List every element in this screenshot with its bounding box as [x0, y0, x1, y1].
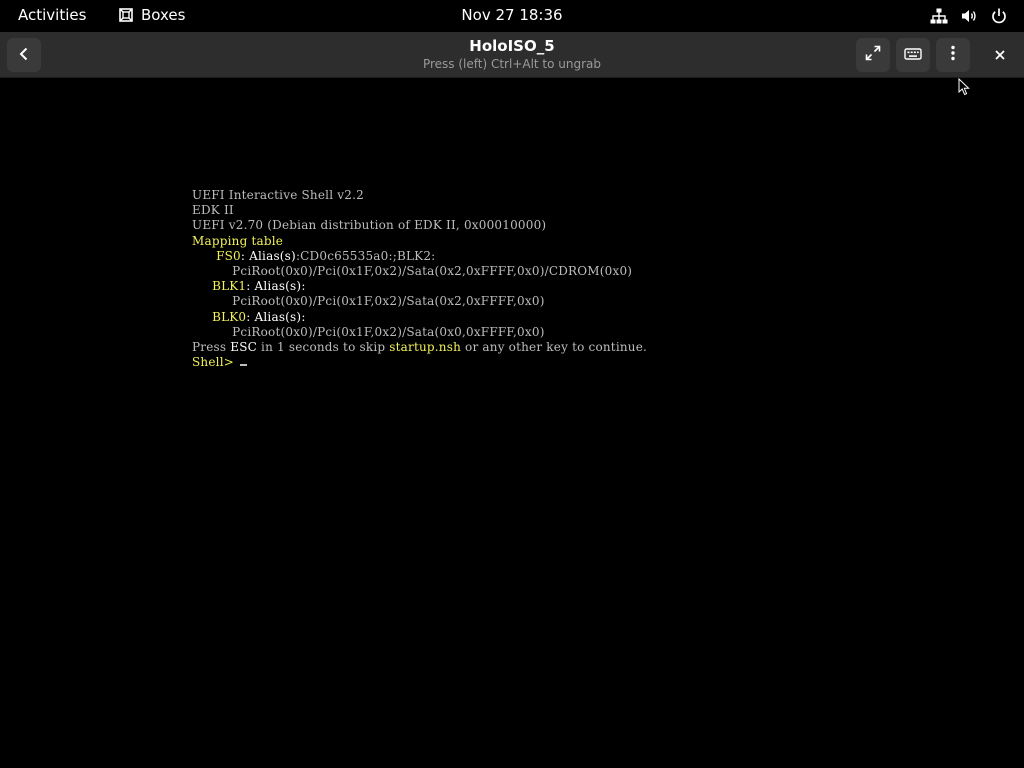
mouse-pointer-icon	[958, 77, 972, 100]
text-cursor	[239, 364, 247, 367]
blk0-label: BLK0	[212, 309, 247, 324]
close-icon	[994, 46, 1006, 65]
startup-nsh-text: startup.nsh	[389, 340, 462, 355]
fs0-path: PciRoot(0x0)/Pci(0x1F,0x2)/Sata(0x2,0xFF…	[232, 264, 633, 279]
vm-display[interactable]: UEFI Interactive Shell v2.2 EDK II UEFI …	[0, 78, 1024, 768]
close-button[interactable]	[983, 38, 1017, 72]
gnome-top-bar: Activities Boxes Nov 27 18:36	[0, 0, 1024, 32]
keyboard-icon	[904, 46, 922, 65]
shell-version-line: UEFI Interactive Shell v2.2	[192, 188, 364, 202]
shell-prompt: Shell>	[192, 355, 234, 370]
app-name: Boxes	[141, 6, 186, 24]
blk1-alias-label: : Alias(s)	[246, 279, 302, 294]
uefi-shell-output: UEFI Interactive Shell v2.2 EDK II UEFI …	[192, 188, 647, 370]
clock-button[interactable]: Nov 27 18:36	[461, 6, 562, 24]
keyboard-button[interactable]	[896, 38, 930, 72]
system-menu[interactable]	[930, 7, 1008, 25]
press-suffix: or any other key to continue.	[461, 340, 648, 355]
fs0-alias: :CD0c65535a0:;BLK2:	[295, 248, 436, 263]
blk0-alias-label: : Alias(s)	[246, 309, 302, 324]
power-icon	[990, 7, 1008, 25]
headerbar: HoloISO_5 Press (left) Ctrl+Alt to ungra…	[0, 32, 1024, 78]
fullscreen-icon	[865, 45, 881, 65]
blk0-path: PciRoot(0x0)/Pci(0x1F,0x2)/Sata(0x0,0xFF…	[232, 324, 545, 339]
press-prefix: Press	[192, 340, 231, 355]
menu-icon	[950, 45, 956, 65]
press-middle: in 1 seconds to skip	[257, 340, 390, 355]
blk1-label: BLK1	[212, 279, 247, 294]
esc-key-text: ESC	[230, 340, 258, 355]
blk1-path: PciRoot(0x0)/Pci(0x1F,0x2)/Sata(0x2,0xFF…	[232, 294, 545, 309]
activities-button[interactable]: Activities	[18, 6, 86, 24]
fs0-label: FS0	[216, 248, 241, 263]
uefi-version-line: UEFI v2.70 (Debian distribution of EDK I…	[192, 218, 547, 233]
blk0-alias: :	[301, 309, 306, 324]
network-icon	[930, 7, 948, 25]
blk1-alias: :	[301, 279, 306, 294]
fs0-alias-label: : Alias(s)	[240, 248, 296, 263]
boxes-icon	[118, 7, 134, 23]
mapping-table-header: Mapping table	[192, 233, 284, 248]
menu-button[interactable]	[936, 38, 970, 72]
fullscreen-button[interactable]	[856, 38, 890, 72]
edk-line: EDK II	[192, 203, 234, 218]
volume-icon	[960, 7, 978, 25]
app-menu-button[interactable]: Boxes	[118, 6, 185, 24]
